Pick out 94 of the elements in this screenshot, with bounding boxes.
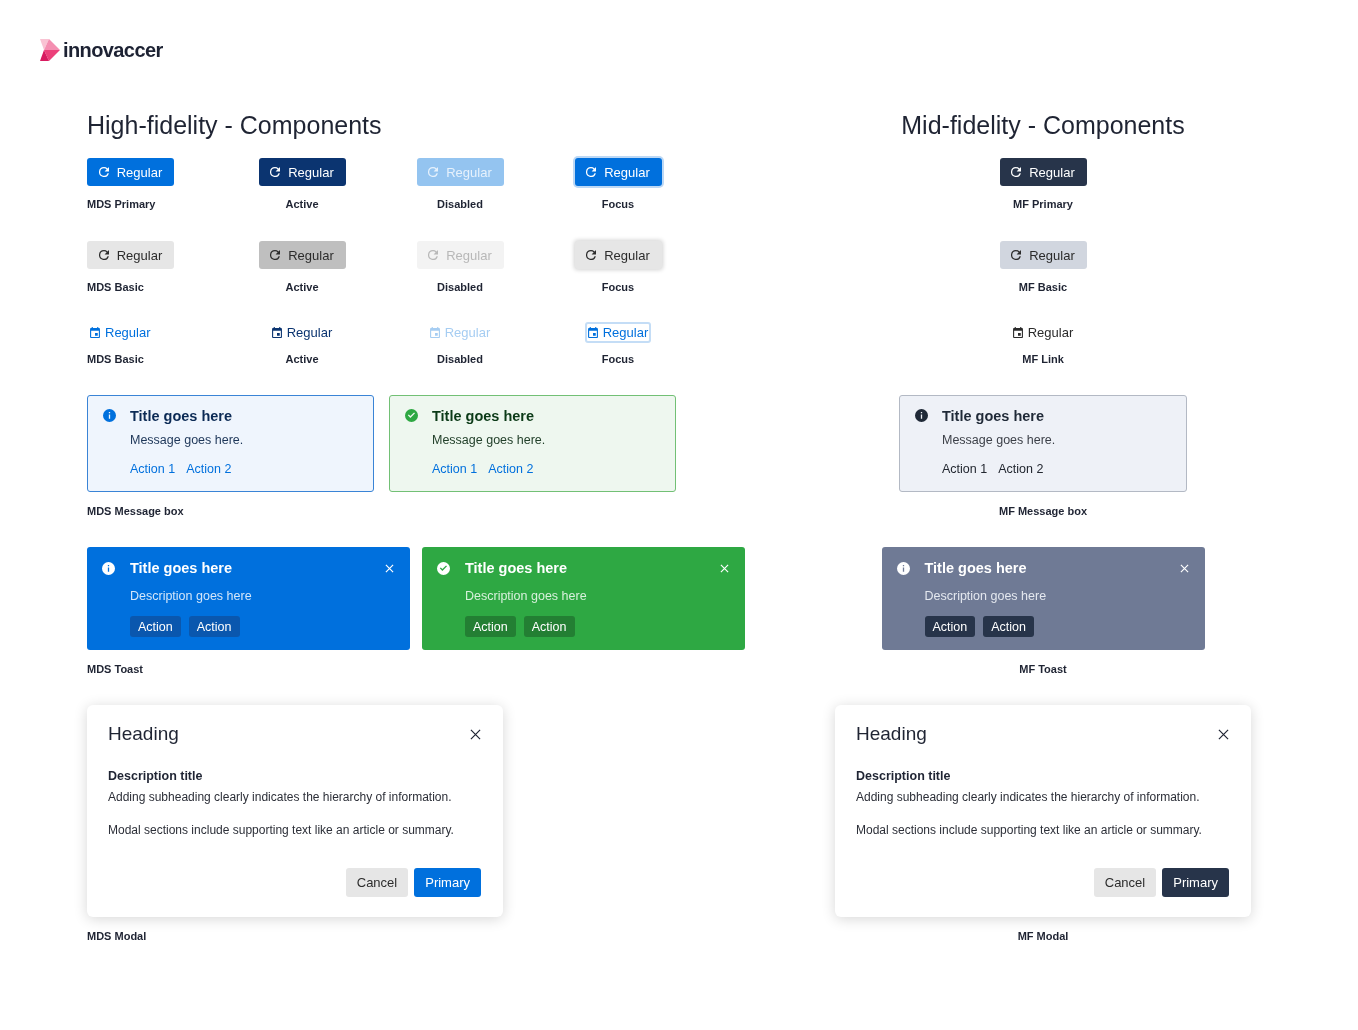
action-link[interactable]: Action 1 — [942, 459, 988, 479]
action-button[interactable]: Action — [188, 616, 240, 637]
caption: MF Message box — [999, 504, 1087, 518]
caption: MDS Primary — [87, 197, 156, 211]
caption: Focus — [601, 197, 635, 211]
caption: MDS Modal — [87, 929, 147, 943]
description-title: Description title — [108, 768, 203, 785]
toast-title: Title goes here — [130, 559, 233, 578]
basic-button[interactable]: Cancel — [1093, 868, 1157, 897]
toast-description: Description goes here — [465, 588, 587, 605]
caption: MF Link — [1022, 352, 1064, 366]
logo-icon — [40, 39, 60, 61]
primary-button[interactable]: Regular — [574, 158, 662, 186]
caption: Active — [285, 280, 319, 294]
primary-button[interactable]: Primary — [414, 868, 481, 897]
link-button[interactable]: Regular — [87, 322, 154, 343]
action-button[interactable]: Action — [924, 616, 976, 637]
caption: Focus — [601, 352, 635, 366]
caption: Disabled — [437, 197, 483, 211]
caption: MDS Message box — [87, 504, 184, 518]
action-link[interactable]: Action 2 — [998, 459, 1044, 479]
section-title: Mid-fidelity - Components — [901, 110, 1185, 140]
caption: Active — [285, 352, 319, 366]
caption: Disabled — [437, 352, 483, 366]
refresh-icon — [586, 167, 597, 177]
caption: MDS Basic — [87, 280, 144, 294]
toast-description: Description goes here — [130, 588, 252, 605]
message-text: Message goes here. — [432, 432, 546, 449]
link-button[interactable]: Regular — [584, 322, 652, 343]
caption: Active — [285, 197, 319, 211]
caption: MDS Toast — [87, 662, 144, 676]
action-button[interactable]: Action — [523, 616, 575, 637]
refresh-icon — [270, 250, 281, 260]
description-title: Description title — [856, 768, 951, 785]
action-link[interactable]: Action 1 — [432, 459, 478, 479]
calendar-icon — [271, 327, 282, 338]
action-link[interactable]: Action 2 — [186, 459, 232, 479]
info-icon — [915, 409, 928, 422]
primary-button[interactable]: Primary — [1162, 868, 1229, 897]
message-text: Message goes here. — [130, 432, 244, 449]
toast-description: Description goes here — [924, 588, 1047, 605]
primary-button[interactable]: Regular — [999, 158, 1087, 186]
modal-heading: Heading — [108, 722, 179, 746]
action-button[interactable]: Action — [130, 616, 181, 637]
basic-button[interactable]: Cancel — [345, 868, 409, 897]
basic-button[interactable]: Regular — [258, 241, 346, 269]
toast-title: Title goes here — [924, 559, 1027, 578]
refresh-icon — [270, 167, 281, 177]
caption: MF Basic — [1018, 280, 1068, 294]
section-title: High-fidelity - Components — [87, 110, 382, 140]
basic-button[interactable]: Regular — [87, 241, 174, 269]
description-text: Adding subheading clearly indicates the hierarchy of information. — [108, 789, 452, 806]
link-button[interactable]: Regular — [1009, 322, 1077, 343]
message-text: Message goes here. — [942, 432, 1056, 449]
caption: Disabled — [437, 280, 483, 294]
refresh-icon — [98, 250, 109, 260]
toast-title: Title goes here — [465, 559, 568, 578]
body-text: Modal sections include supporting text like an article or summary. — [856, 822, 1202, 839]
primary-button[interactable]: Regular — [87, 158, 174, 186]
calendar-icon — [90, 327, 100, 338]
message-title: Title goes here — [130, 407, 233, 426]
message-title: Title goes here — [432, 407, 535, 426]
refresh-icon — [586, 250, 597, 260]
calendar-icon — [429, 327, 440, 338]
caption: MDS Basic — [87, 352, 144, 366]
modal-heading: Heading — [856, 722, 927, 746]
action-link[interactable]: Action 2 — [488, 459, 534, 479]
primary-button[interactable]: Regular — [258, 158, 346, 186]
refresh-icon — [428, 250, 439, 260]
refresh-icon — [1011, 167, 1022, 177]
caption: MF Toast — [1019, 662, 1067, 676]
info-icon — [103, 409, 116, 422]
basic-button[interactable]: Regular — [999, 241, 1087, 269]
caption: Focus — [601, 280, 635, 294]
close-icon[interactable] — [1218, 728, 1229, 740]
refresh-icon — [428, 167, 439, 177]
calendar-icon — [587, 327, 598, 338]
logo-text: innovaccer — [63, 39, 163, 61]
body-text: Modal sections include supporting text like an article or summary. — [108, 822, 454, 839]
calendar-icon — [1012, 327, 1023, 338]
refresh-icon — [1011, 250, 1022, 260]
caption: MF Primary — [1013, 197, 1073, 211]
refresh-icon — [98, 167, 109, 177]
action-link[interactable]: Action 1 — [130, 459, 176, 479]
caption: MF Modal — [1017, 929, 1069, 943]
action-button[interactable]: Action — [983, 616, 1034, 637]
link-button[interactable]: Regular — [268, 322, 336, 343]
info-icon — [102, 562, 115, 575]
message-title: Title goes here — [942, 407, 1045, 426]
description-text: Adding subheading clearly indicates the hierarchy of information. — [856, 789, 1200, 806]
action-button[interactable]: Action — [465, 616, 516, 637]
close-icon[interactable] — [470, 728, 481, 740]
info-icon — [896, 562, 910, 575]
basic-button[interactable]: Regular — [574, 241, 662, 269]
